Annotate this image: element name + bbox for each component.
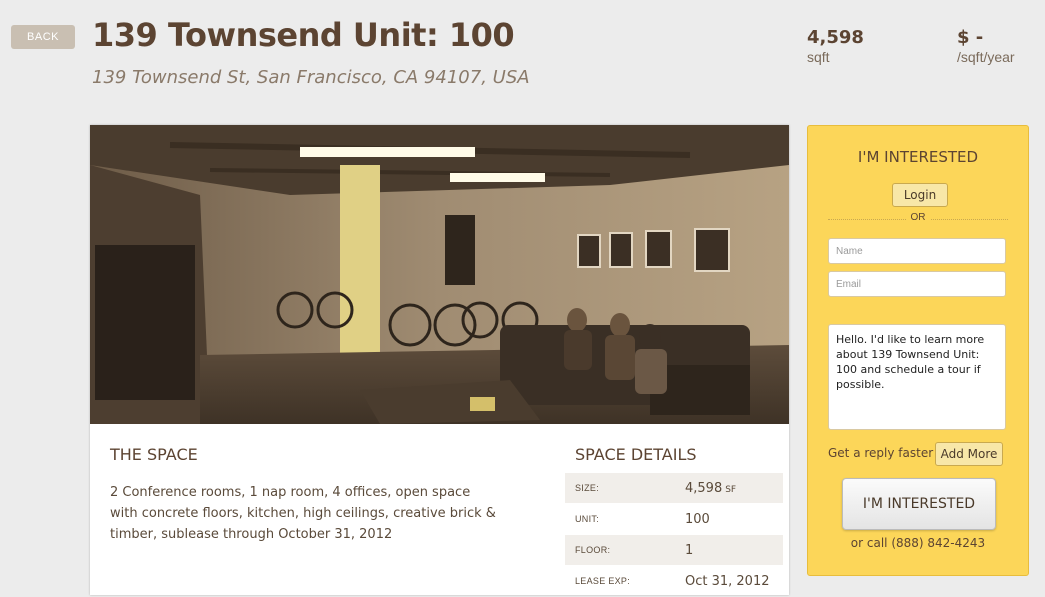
office-photo-illustration [90, 125, 789, 424]
login-button[interactable]: Login [892, 183, 948, 207]
message-textarea[interactable]: Hello. I'd like to learn more about 139 … [828, 324, 1006, 430]
detail-row-lease-exp: LEASE EXP: Oct 31, 2012 [565, 566, 783, 596]
name-field[interactable] [828, 238, 1006, 264]
detail-unit: SF [725, 484, 737, 495]
or-label: OR [808, 212, 1028, 223]
listing-card: THE SPACE 2 Conference rooms, 1 nap room… [90, 125, 789, 595]
detail-value: Oct 31, 2012 [685, 573, 770, 589]
interest-panel: I'M INTERESTED Login OR Hello. I'd like … [807, 125, 1029, 576]
detail-label: FLOOR: [575, 545, 611, 555]
reply-faster-text: Get a reply faster [828, 446, 934, 460]
price-value: $ - [957, 27, 984, 48]
add-more-button[interactable]: Add More [935, 442, 1003, 466]
interest-title: I'M INTERESTED [857, 148, 979, 166]
email-field[interactable] [828, 271, 1006, 297]
area-value: 4,598 [807, 27, 864, 48]
space-details-table: SIZE: 4,598 SF UNIT: 100 FLOOR: 1 LEASE E… [565, 473, 783, 597]
detail-label: SIZE: [575, 483, 600, 493]
listing-address: 139 Townsend St, San Francisco, CA 94107… [92, 67, 530, 88]
space-details-title: SPACE DETAILS [575, 445, 697, 464]
detail-value-text: 4,598 [685, 480, 723, 496]
or-label-text: OR [905, 212, 931, 223]
space-section-title: THE SPACE [110, 445, 198, 464]
listing-title: 139 Townsend Unit: 100 [92, 16, 515, 54]
call-phone-text: or call (888) 842-4243 [850, 536, 986, 550]
area-stat: 4,598 sqft [807, 27, 864, 65]
im-interested-button[interactable]: I'M INTERESTED [842, 478, 996, 530]
detail-label: LEASE EXP: [575, 576, 631, 586]
office-photo[interactable] [90, 125, 789, 424]
price-stat: $ - /sqft/year [957, 27, 1015, 65]
detail-row-size: SIZE: 4,598 SF [565, 473, 783, 503]
detail-row-floor: FLOOR: 1 [565, 535, 783, 565]
detail-value: 1 [685, 542, 694, 558]
back-button[interactable]: BACK [11, 25, 75, 49]
detail-value: 100 [685, 511, 710, 527]
space-description: 2 Conference rooms, 1 nap room, 4 office… [110, 485, 496, 542]
detail-row-unit: UNIT: 100 [565, 504, 783, 534]
price-unit: /sqft/year [957, 49, 1015, 65]
detail-label: UNIT: [575, 514, 599, 524]
detail-value: 4,598 SF [685, 481, 736, 496]
area-unit: sqft [807, 49, 830, 65]
